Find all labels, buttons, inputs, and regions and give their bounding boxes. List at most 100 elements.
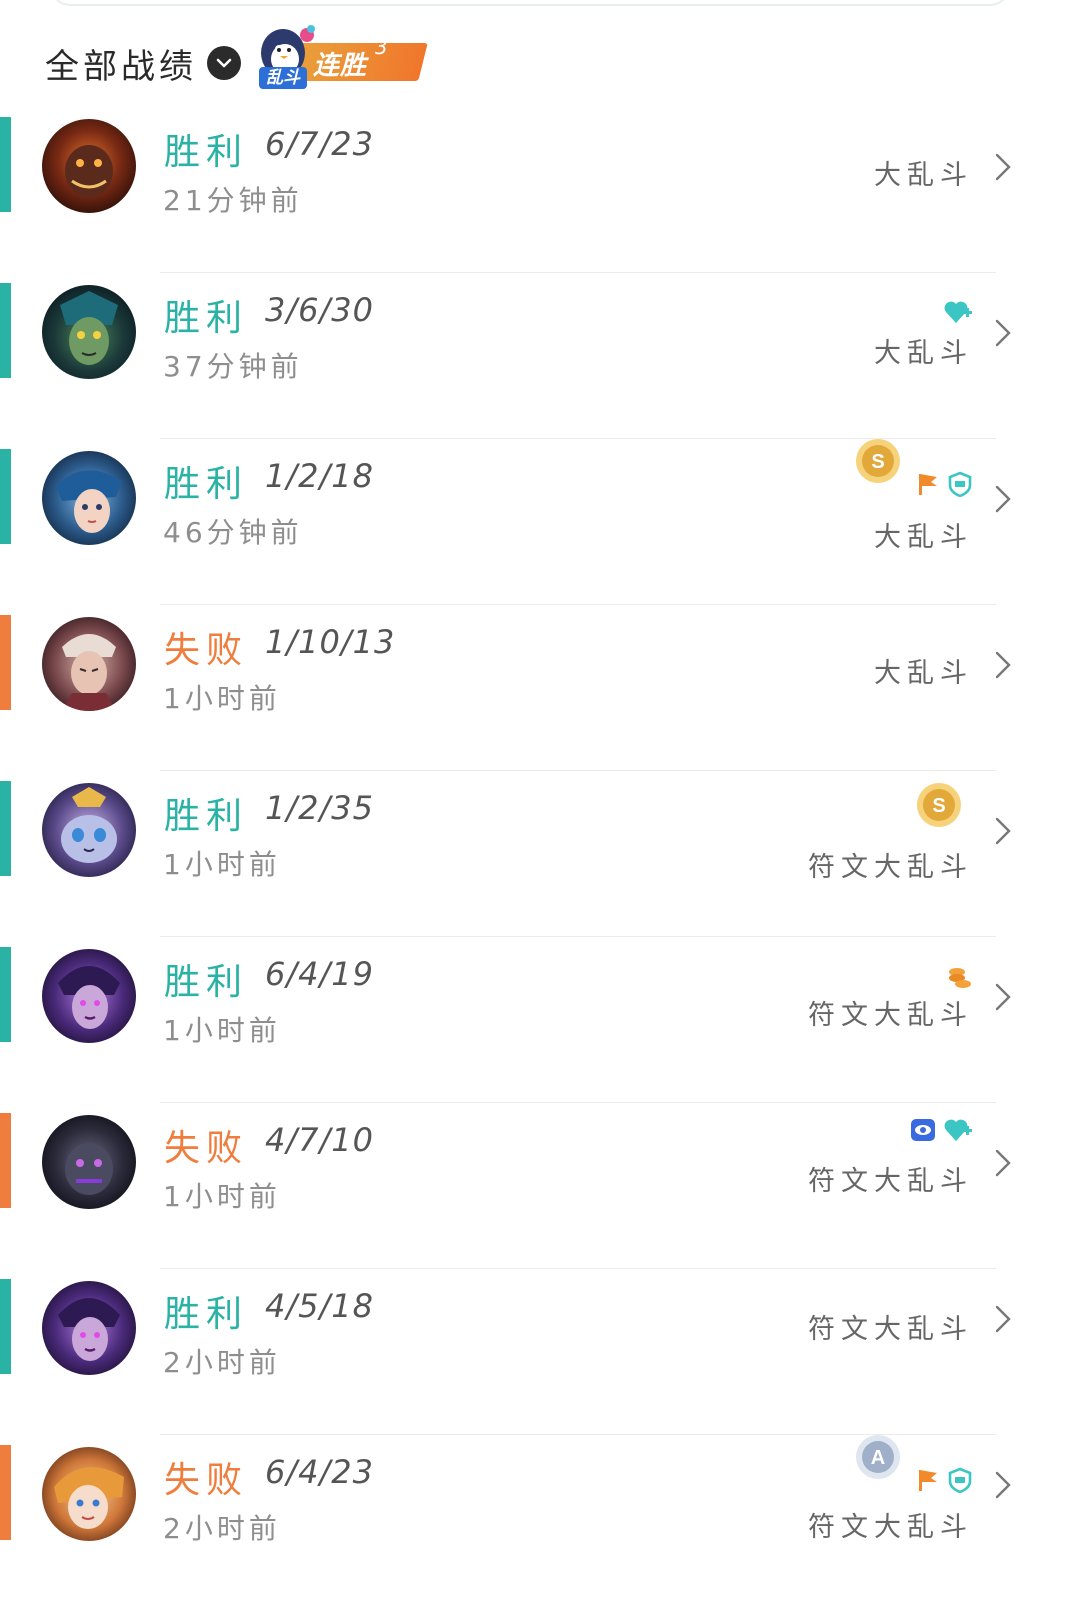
badge-streak-label: 连胜 bbox=[313, 51, 368, 81]
chevron-right-icon[interactable] bbox=[992, 811, 1014, 851]
result-indicator-bar bbox=[0, 449, 11, 544]
match-result: 失败 bbox=[164, 1460, 249, 1501]
game-mode: 符文大乱斗 bbox=[808, 1512, 973, 1543]
game-mode: 符文大乱斗 bbox=[808, 1314, 973, 1345]
result-indicator-bar bbox=[0, 615, 11, 710]
silver-a-medal-icon: A bbox=[856, 1435, 900, 1479]
match-row[interactable]: 胜利 6/7/23 21分钟前 大乱斗 bbox=[0, 107, 1080, 273]
chevron-right-icon[interactable] bbox=[992, 313, 1014, 353]
chevron-right-icon[interactable] bbox=[992, 479, 1014, 519]
match-result: 失败 bbox=[164, 630, 249, 671]
match-time: 1小时前 bbox=[163, 848, 281, 881]
flag-icon bbox=[919, 1470, 937, 1491]
previous-panel-edge bbox=[50, 0, 1010, 6]
match-time: 37分钟前 bbox=[163, 350, 303, 383]
kda-score: 6/7/23 bbox=[265, 125, 374, 163]
result-indicator-bar bbox=[0, 283, 11, 378]
match-row[interactable]: 胜利 3/6/30 37分钟前 大乱斗 bbox=[0, 273, 1080, 439]
match-time: 2小时前 bbox=[163, 1512, 281, 1545]
match-row[interactable]: 失败 1/10/13 1小时前 大乱斗 bbox=[0, 605, 1080, 771]
kda-score: 6/4/23 bbox=[265, 1453, 374, 1491]
match-row[interactable]: 胜利 6/4/19 1小时前 符文大乱斗 bbox=[0, 937, 1080, 1103]
result-indicator-bar bbox=[0, 1445, 11, 1540]
chevron-right-icon[interactable] bbox=[992, 977, 1014, 1017]
match-time: 1小时前 bbox=[163, 1180, 281, 1213]
match-row[interactable]: 胜利 4/5/18 2小时前 符文大乱斗 bbox=[0, 1269, 1080, 1435]
chevron-right-icon[interactable] bbox=[992, 1143, 1014, 1183]
header: 全部战绩 连胜 3 乱斗 bbox=[45, 25, 433, 89]
kda-score: 1/2/35 bbox=[265, 789, 374, 827]
kda-score: 6/4/19 bbox=[265, 955, 374, 993]
shield-icon bbox=[948, 1467, 972, 1493]
svg-text:S: S bbox=[932, 795, 945, 817]
match-result: 胜利 bbox=[164, 464, 249, 505]
coins-icon bbox=[949, 968, 971, 988]
match-list: 胜利 6/7/23 21分钟前 大乱斗 胜利 3/6/30 37分钟前 大乱斗 … bbox=[0, 107, 1080, 1601]
match-achievement-icons bbox=[945, 965, 973, 991]
match-achievement-icons bbox=[915, 471, 973, 497]
kda-score: 4/5/18 bbox=[265, 1287, 374, 1325]
match-time: 2小时前 bbox=[163, 1346, 281, 1379]
game-mode: 符文大乱斗 bbox=[808, 1000, 973, 1031]
shield-icon bbox=[948, 471, 972, 497]
game-mode: 大乱斗 bbox=[874, 338, 973, 369]
match-achievement-icons bbox=[915, 1467, 973, 1493]
match-achievement-icons bbox=[943, 299, 973, 325]
result-indicator-bar bbox=[0, 781, 11, 876]
kda-score: 1/10/13 bbox=[265, 623, 396, 661]
gold-s-medal-icon: S bbox=[917, 783, 961, 827]
kda-score: 4/7/10 bbox=[265, 1121, 374, 1159]
win-streak-badge: 连胜 3 乱斗 bbox=[253, 23, 433, 93]
match-result: 胜利 bbox=[164, 1294, 249, 1335]
kda-score: 1/2/18 bbox=[265, 457, 374, 495]
chevron-right-icon[interactable] bbox=[992, 645, 1014, 685]
chevron-down-icon[interactable] bbox=[207, 46, 241, 80]
svg-text:A: A bbox=[871, 1447, 885, 1469]
game-mode: 符文大乱斗 bbox=[808, 852, 973, 883]
match-result: 失败 bbox=[164, 1128, 249, 1169]
badge-mode-tag: 乱斗 bbox=[259, 67, 307, 89]
flag-icon bbox=[919, 474, 937, 495]
champion-avatar bbox=[42, 617, 136, 711]
match-time: 1小时前 bbox=[163, 682, 281, 715]
match-row[interactable]: 失败 6/4/23 2小时前 A 符文大乱斗 bbox=[0, 1435, 1080, 1601]
game-mode: 符文大乱斗 bbox=[808, 1166, 973, 1197]
champion-avatar bbox=[42, 783, 136, 877]
champion-avatar bbox=[42, 1115, 136, 1209]
game-mode: 大乱斗 bbox=[874, 658, 973, 689]
gold-s-medal-icon: S bbox=[856, 439, 900, 483]
heart-plus-icon bbox=[944, 301, 972, 323]
result-indicator-bar bbox=[0, 1113, 11, 1208]
game-mode: 大乱斗 bbox=[874, 522, 973, 553]
kda-score: 3/6/30 bbox=[265, 291, 374, 329]
match-time: 1小时前 bbox=[163, 1014, 281, 1047]
svg-text:S: S bbox=[871, 451, 884, 473]
match-result: 胜利 bbox=[164, 796, 249, 837]
match-result: 胜利 bbox=[164, 132, 249, 173]
champion-avatar bbox=[42, 1447, 136, 1541]
result-indicator-bar bbox=[0, 947, 11, 1042]
heart-plus-icon bbox=[944, 1119, 972, 1141]
match-result: 胜利 bbox=[164, 298, 249, 339]
vision-icon bbox=[911, 1119, 935, 1141]
all-records-title[interactable]: 全部战绩 bbox=[45, 39, 197, 88]
match-row[interactable]: 胜利 1/2/18 46分钟前 S 大乱斗 bbox=[0, 439, 1080, 605]
champion-avatar bbox=[42, 285, 136, 379]
champion-avatar bbox=[42, 1281, 136, 1375]
match-achievement-icons bbox=[909, 1117, 973, 1143]
match-time: 21分钟前 bbox=[163, 184, 303, 217]
game-mode: 大乱斗 bbox=[874, 160, 973, 191]
champion-avatar bbox=[42, 119, 136, 213]
badge-streak-count: 3 bbox=[375, 35, 388, 59]
champion-avatar bbox=[42, 451, 136, 545]
match-row[interactable]: 胜利 1/2/35 1小时前 S 符文大乱斗 bbox=[0, 771, 1080, 937]
match-row[interactable]: 失败 4/7/10 1小时前 符文大乱斗 bbox=[0, 1103, 1080, 1269]
match-result: 胜利 bbox=[164, 962, 249, 1003]
result-indicator-bar bbox=[0, 1279, 11, 1374]
chevron-right-icon[interactable] bbox=[992, 147, 1014, 187]
chevron-right-icon[interactable] bbox=[992, 1299, 1014, 1339]
chevron-right-icon[interactable] bbox=[992, 1465, 1014, 1505]
champion-avatar bbox=[42, 949, 136, 1043]
result-indicator-bar bbox=[0, 117, 11, 212]
match-time: 46分钟前 bbox=[163, 516, 303, 549]
